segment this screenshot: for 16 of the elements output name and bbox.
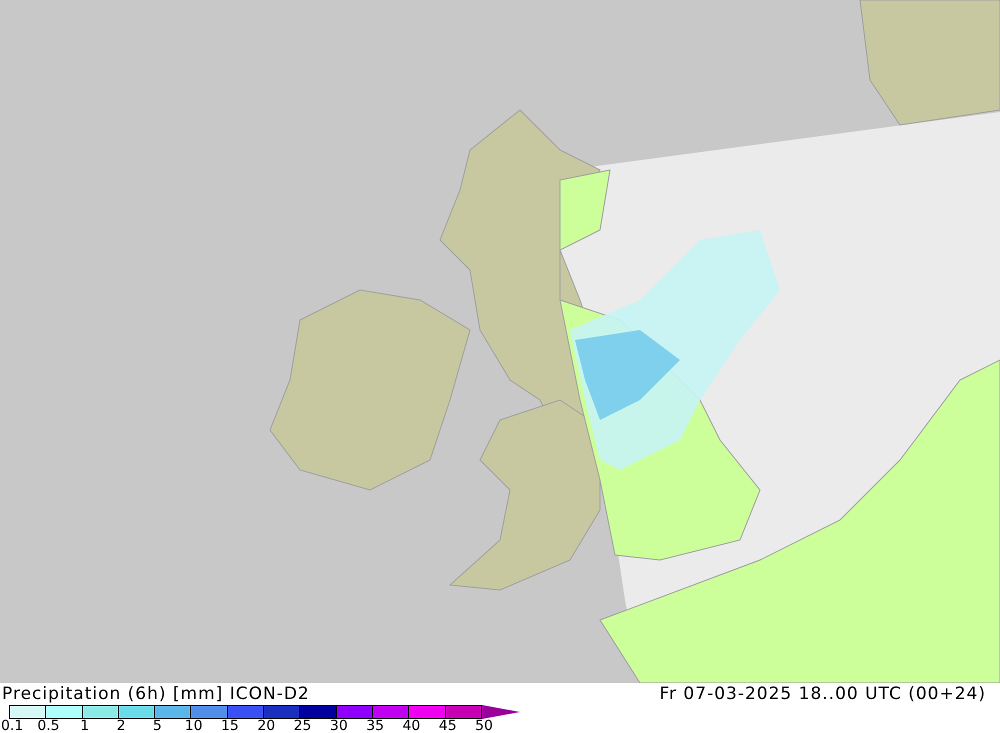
- tick-label: 2: [116, 718, 126, 733]
- legend-title: Precipitation (6h) [mm] ICON-D2: [2, 684, 310, 704]
- valid-time: Fr 07-03-2025 18..00 UTC (00+24): [660, 684, 986, 704]
- tick-label: 0.1: [1, 718, 24, 733]
- tick-label: 10: [184, 718, 203, 733]
- tick-label: 40: [402, 718, 420, 733]
- tick-label: 30: [330, 718, 348, 733]
- tick-label: 35: [366, 718, 384, 733]
- tick-label: 20: [257, 718, 276, 733]
- tick-label: 0.5: [37, 718, 60, 733]
- tick-label: 50: [475, 718, 493, 733]
- tick-label: 25: [294, 718, 312, 733]
- tick-label: 1: [80, 718, 90, 733]
- tick-label: 5: [152, 718, 162, 733]
- tick-label: 45: [438, 718, 457, 733]
- tick-label: 15: [221, 718, 239, 733]
